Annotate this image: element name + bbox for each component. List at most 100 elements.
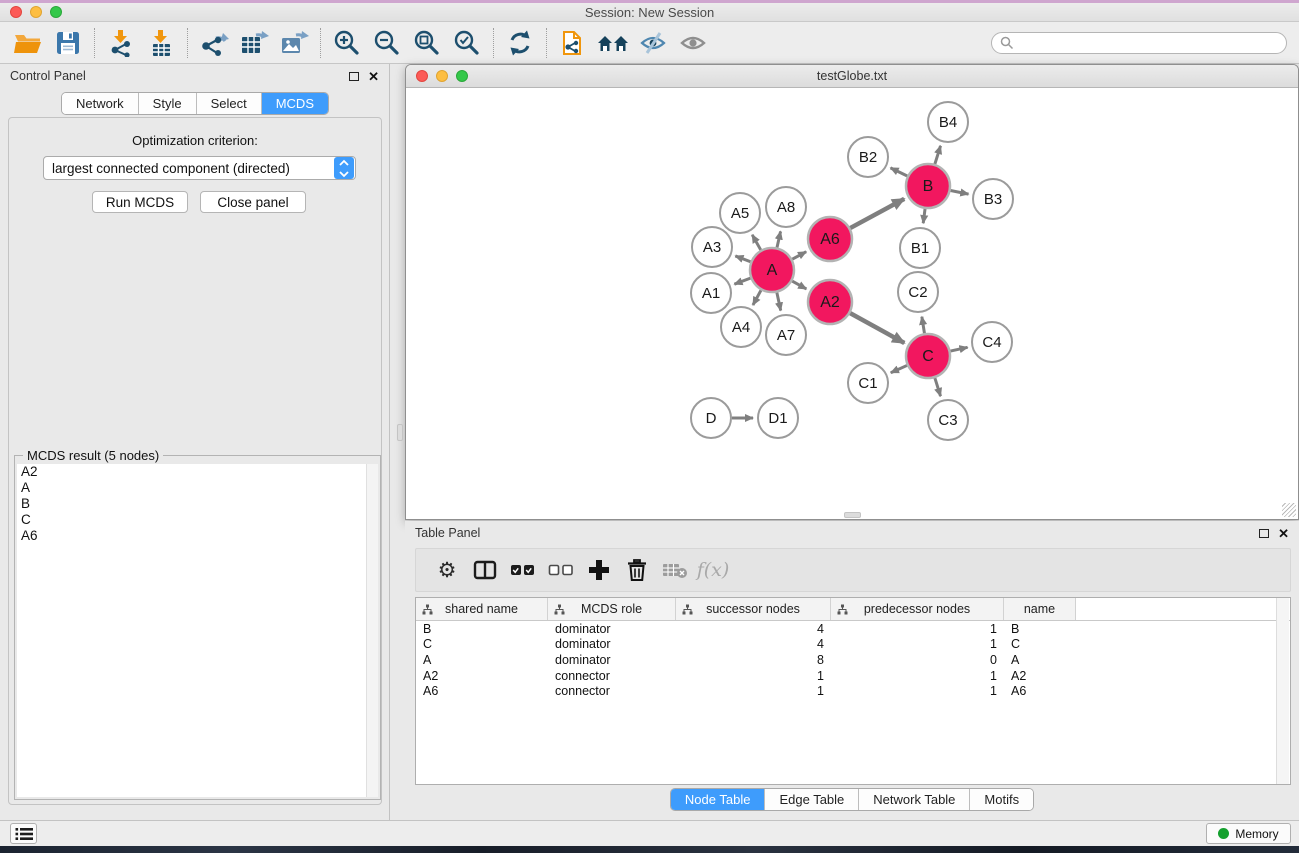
node-A4[interactable]: A4: [721, 307, 761, 347]
node-A3[interactable]: A3: [692, 227, 732, 267]
table-cell[interactable]: B: [1004, 622, 1076, 636]
column-header-MCDS-role[interactable]: MCDS role: [548, 598, 676, 620]
table-cell[interactable]: A6: [1004, 684, 1076, 698]
close-table-panel-icon[interactable]: ✕: [1278, 527, 1289, 540]
result-list-item[interactable]: A6: [17, 528, 368, 544]
result-list-scrollbar[interactable]: [366, 464, 378, 797]
table-cell[interactable]: connector: [548, 684, 676, 698]
hide-selected-button[interactable]: [633, 26, 673, 60]
table-cell[interactable]: dominator: [548, 622, 676, 636]
table-cell[interactable]: C: [416, 637, 548, 651]
table-cell[interactable]: connector: [548, 669, 676, 683]
table-cell[interactable]: A: [1004, 653, 1076, 667]
table-cell[interactable]: 4: [676, 622, 831, 636]
table-cell[interactable]: 1: [831, 684, 1004, 698]
tab-network-table[interactable]: Network Table: [859, 789, 970, 810]
edge-A-A1[interactable]: [734, 278, 750, 284]
table-cell[interactable]: 1: [831, 637, 1004, 651]
edge-B-B4[interactable]: [935, 146, 941, 164]
table-cell[interactable]: dominator: [548, 637, 676, 651]
node-B[interactable]: B: [906, 164, 950, 208]
edge-A-A8[interactable]: [777, 231, 781, 247]
node-D1[interactable]: D1: [758, 398, 798, 438]
save-session-button[interactable]: [48, 26, 88, 60]
column-header-successor-nodes[interactable]: successor nodes: [676, 598, 831, 620]
float-table-panel-icon[interactable]: [1259, 529, 1269, 538]
network-canvas[interactable]: AA1A2A3A4A5A6A7A8BB1B2B3B4CC1C2C3C4DD1: [407, 89, 1297, 519]
network-window-titlebar[interactable]: testGlobe.txt: [406, 65, 1298, 88]
node-B4[interactable]: B4: [928, 102, 968, 142]
column-header-name[interactable]: name: [1004, 598, 1076, 620]
edge-B-B1[interactable]: [923, 209, 925, 223]
node-C4[interactable]: C4: [972, 322, 1012, 362]
tab-edge-table[interactable]: Edge Table: [765, 789, 859, 810]
close-panel-icon[interactable]: ✕: [368, 70, 379, 83]
table-cell[interactable]: A2: [1004, 669, 1076, 683]
tab-select[interactable]: Select: [197, 93, 262, 114]
tab-mcds[interactable]: MCDS: [262, 93, 328, 114]
resize-grip[interactable]: [1282, 503, 1296, 517]
delete-column-button[interactable]: [618, 552, 656, 588]
vertical-split-grip[interactable]: [397, 424, 403, 441]
table-row[interactable]: A6connector11A6: [416, 683, 1290, 699]
node-A8[interactable]: A8: [766, 187, 806, 227]
function-builder-button[interactable]: f(x): [694, 552, 732, 588]
result-list-item[interactable]: A: [17, 480, 368, 496]
table-cell[interactable]: C: [1004, 637, 1076, 651]
close-panel-button[interactable]: Close panel: [200, 191, 306, 213]
float-panel-icon[interactable]: [349, 72, 359, 81]
edge-C-C1[interactable]: [891, 365, 907, 372]
edge-A2-C[interactable]: [850, 313, 904, 343]
zoom-in-button[interactable]: [327, 26, 367, 60]
table-cell[interactable]: 1: [676, 669, 831, 683]
edge-C-C4[interactable]: [950, 347, 967, 351]
table-cell[interactable]: 1: [831, 669, 1004, 683]
column-header-shared-name[interactable]: shared name: [416, 598, 548, 620]
node-A[interactable]: A: [750, 248, 794, 292]
export-image-button[interactable]: [274, 26, 314, 60]
result-list-item[interactable]: A2: [17, 464, 368, 480]
export-network-button[interactable]: [194, 26, 234, 60]
delete-table-button[interactable]: [656, 552, 694, 588]
new-network-from-selection-button[interactable]: [553, 26, 593, 60]
node-B3[interactable]: B3: [973, 179, 1013, 219]
table-cell[interactable]: dominator: [548, 653, 676, 667]
result-list-item[interactable]: C: [17, 512, 368, 528]
node-C3[interactable]: C3: [928, 400, 968, 440]
mcds-result-list[interactable]: A2ABCA6: [17, 464, 368, 797]
edge-A-A4[interactable]: [753, 290, 761, 305]
edge-A-A6[interactable]: [792, 252, 806, 259]
column-header-predecessor-nodes[interactable]: predecessor nodes: [831, 598, 1004, 620]
edge-B-B2[interactable]: [891, 168, 908, 176]
zoom-fit-button[interactable]: [407, 26, 447, 60]
edge-A-A5[interactable]: [752, 235, 761, 250]
tab-motifs[interactable]: Motifs: [970, 789, 1033, 810]
table-cell[interactable]: B: [416, 622, 548, 636]
import-table-button[interactable]: [141, 26, 181, 60]
zoom-out-button[interactable]: [367, 26, 407, 60]
table-cell[interactable]: A2: [416, 669, 548, 683]
search-field[interactable]: [991, 32, 1287, 54]
edge-A-A2[interactable]: [792, 281, 806, 289]
node-A6[interactable]: A6: [808, 217, 852, 261]
select-all-rows-button[interactable]: [504, 552, 542, 588]
run-mcds-button[interactable]: Run MCDS: [92, 191, 188, 213]
edge-A6-B[interactable]: [850, 199, 904, 228]
memory-button[interactable]: Memory: [1206, 823, 1291, 844]
refresh-view-button[interactable]: [500, 26, 540, 60]
tab-style[interactable]: Style: [139, 93, 197, 114]
import-network-button[interactable]: [101, 26, 141, 60]
horizontal-split-grip[interactable]: [844, 512, 861, 518]
node-C1[interactable]: C1: [848, 363, 888, 403]
criterion-select[interactable]: largest connected component (directed): [43, 156, 356, 180]
tab-node-table[interactable]: Node Table: [671, 789, 766, 810]
node-B1[interactable]: B1: [900, 228, 940, 268]
edge-B-B3[interactable]: [951, 191, 969, 195]
table-row[interactable]: Adominator80A: [416, 652, 1290, 668]
create-column-button[interactable]: [580, 552, 618, 588]
table-cell[interactable]: 1: [831, 622, 1004, 636]
edge-C-C3[interactable]: [935, 378, 941, 396]
show-all-button[interactable]: [673, 26, 713, 60]
table-cell[interactable]: A6: [416, 684, 548, 698]
task-history-button[interactable]: [10, 823, 37, 844]
